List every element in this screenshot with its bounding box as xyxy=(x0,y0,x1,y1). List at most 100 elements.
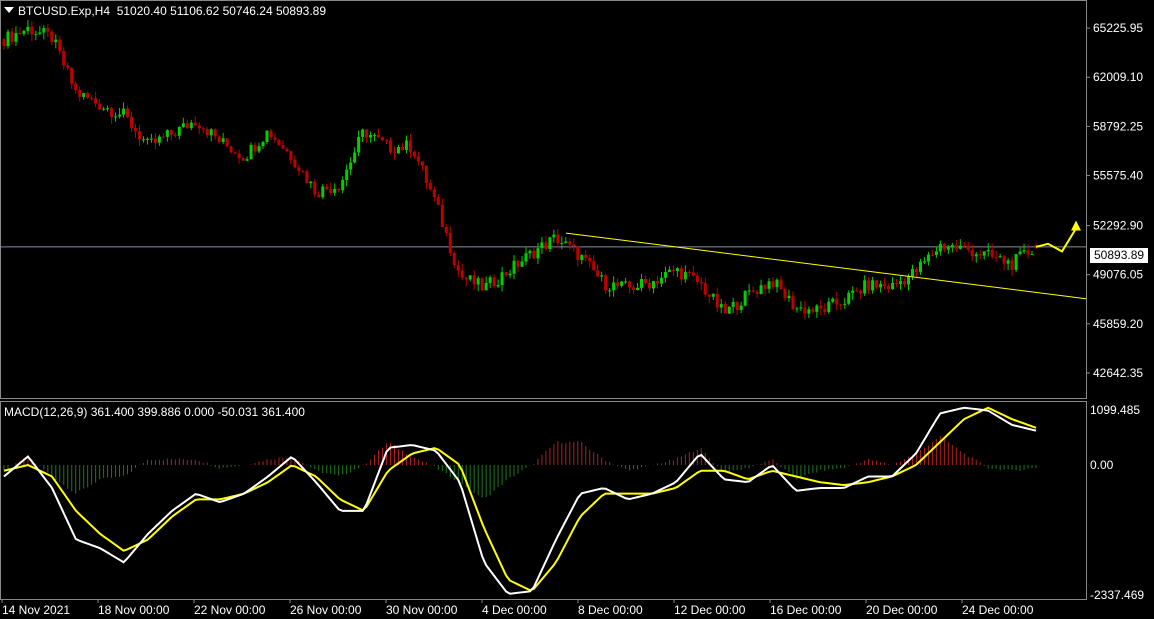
candle-body xyxy=(612,282,616,291)
candle-body xyxy=(428,182,432,190)
candle-body xyxy=(548,237,552,249)
candle-body xyxy=(289,151,293,161)
candle-body xyxy=(396,147,400,154)
candle-body xyxy=(145,138,149,140)
candle-body xyxy=(273,137,277,140)
candle-body xyxy=(823,308,827,312)
candle-body xyxy=(636,287,640,291)
candle-body xyxy=(241,158,245,161)
candle-body xyxy=(663,272,667,278)
candle-body xyxy=(205,129,209,136)
candle-body xyxy=(265,130,269,143)
candle-body xyxy=(353,152,357,163)
candle-body xyxy=(126,108,130,117)
candle-body xyxy=(464,277,468,280)
candle-body xyxy=(385,140,389,142)
price-tick-label: 49076.05 xyxy=(1093,268,1143,282)
candle-body xyxy=(301,171,305,173)
candle-body xyxy=(962,245,966,247)
candle-body xyxy=(990,249,994,257)
candle-body xyxy=(98,103,102,110)
candle-body xyxy=(329,189,333,193)
candle-body xyxy=(719,303,723,308)
candle-body xyxy=(998,256,1002,258)
candle-body xyxy=(416,156,420,162)
macd-panel-frame xyxy=(0,401,1087,600)
candle-body xyxy=(452,252,456,266)
candle-body xyxy=(432,189,436,198)
candle-body xyxy=(102,108,106,110)
candle-body xyxy=(647,282,651,289)
candle-body xyxy=(1002,256,1006,264)
candle-body xyxy=(110,108,114,117)
candle-body xyxy=(448,232,452,253)
candle-body xyxy=(743,290,747,306)
candle-body xyxy=(847,292,851,304)
candle-body xyxy=(827,301,831,312)
candle-body xyxy=(118,114,122,117)
time-tick-label: 24 Dec 00:00 xyxy=(962,603,1034,617)
candle-body xyxy=(130,116,134,129)
candle-body xyxy=(201,128,205,130)
candle-body xyxy=(875,280,879,288)
candlestick-series xyxy=(2,19,1038,320)
candle-body xyxy=(189,122,193,129)
candle-body xyxy=(373,134,377,136)
candle-body xyxy=(1026,250,1030,255)
candle-body xyxy=(1006,260,1010,264)
price-tick-label: 65225.95 xyxy=(1093,21,1143,35)
candle-body xyxy=(404,140,408,150)
candle-body xyxy=(942,243,946,250)
candle-body xyxy=(918,261,922,273)
candle-body xyxy=(1030,253,1034,255)
candle-body xyxy=(811,309,815,312)
candle-body xyxy=(82,92,86,97)
candle-body xyxy=(938,243,942,252)
candle-body xyxy=(436,197,440,205)
price-tick-label: 58792.25 xyxy=(1093,119,1143,133)
candle-body xyxy=(791,295,795,310)
candle-body xyxy=(711,293,715,297)
candle-body xyxy=(699,281,703,284)
candle-body xyxy=(616,282,620,286)
candle-body xyxy=(341,179,345,191)
candle-body xyxy=(480,278,484,291)
candle-body xyxy=(504,272,508,276)
candle-body xyxy=(651,280,655,289)
candle-body xyxy=(954,245,958,249)
candle-body xyxy=(982,251,986,256)
candle-body xyxy=(313,181,317,195)
candle-body xyxy=(137,131,141,140)
candle-body xyxy=(1022,250,1026,252)
candle-body xyxy=(58,39,62,52)
candle-body xyxy=(930,254,934,256)
candle-body xyxy=(751,290,755,292)
candle-body xyxy=(86,92,90,98)
candle-body xyxy=(731,301,735,307)
candle-body xyxy=(803,307,807,314)
candle-body xyxy=(747,290,751,292)
candle-body xyxy=(149,138,153,140)
projection-path xyxy=(1035,227,1077,253)
candle-body xyxy=(389,140,393,153)
candle-body xyxy=(659,277,663,284)
candle-body xyxy=(249,144,253,160)
projection-arrowhead xyxy=(1071,220,1081,231)
candle-body xyxy=(492,277,496,287)
candle-body xyxy=(209,129,213,136)
trading-chart[interactable]: 65225.95 62009.10 58792.25 55575.40 52292.90… xyxy=(0,0,1154,619)
candle-body xyxy=(532,250,536,259)
candle-body xyxy=(22,30,26,34)
candle-body xyxy=(556,234,560,244)
candle-body xyxy=(181,123,185,127)
menu-triangle-icon[interactable] xyxy=(4,7,14,13)
time-tick-label: 16 Dec 00:00 xyxy=(770,603,842,617)
candle-body xyxy=(910,268,914,277)
candle-body xyxy=(197,125,201,129)
candle-body xyxy=(695,275,699,282)
candle-body xyxy=(891,282,895,290)
candle-body xyxy=(568,241,572,245)
candle-body xyxy=(632,287,636,291)
candle-body xyxy=(859,290,863,294)
candle-body xyxy=(237,153,241,159)
